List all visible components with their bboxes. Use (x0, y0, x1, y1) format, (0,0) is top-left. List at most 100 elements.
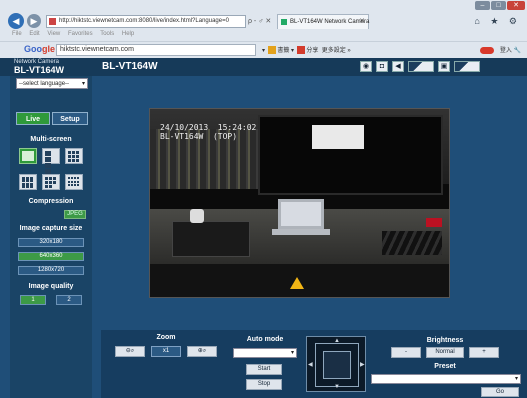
google-toolbar: Google hiktstc.viewnetcam.com ▾ 書籤 ▾ 分享 … (0, 41, 527, 57)
brand-model: BL-VT164W (14, 65, 65, 75)
navigation-bar: ◀ ▶ http://hiktstc.viewnetcam.com:8080/l… (0, 13, 527, 30)
control-panel: Zoom ⊖⌕ x1 ⊕⌕ Auto mode ▾ Start Stop ▲ ▼… (101, 330, 527, 398)
camera-device (190, 209, 204, 223)
page-title: BL-VT164W (102, 61, 158, 72)
chevron-down-icon: ▾ (514, 376, 518, 382)
address-text: http://hiktstc.viewnetcam.com:8080/live/… (59, 18, 229, 24)
live-video-view[interactable]: 24/10/2013 15:24:02 BL-VT164W (TOP) (149, 108, 450, 298)
brightness-label: Brightness (426, 337, 464, 344)
tab-title: BL-VT164W Network Camera (290, 19, 370, 25)
size-1280-button[interactable]: 1280x720 (18, 266, 84, 275)
brightness-normal-button[interactable]: Normal (426, 347, 464, 358)
preset-select[interactable]: ▾ (371, 374, 521, 384)
address-tools[interactable]: ρ - ♂ ✕ (248, 17, 271, 25)
pan-left-icon[interactable]: ◀ (308, 361, 313, 368)
size-320-button[interactable]: 320x180 (18, 238, 84, 247)
snapshot-icon[interactable]: ◉ (360, 61, 372, 72)
quad-screen-icon[interactable] (42, 148, 60, 174)
toggle-icon[interactable] (479, 46, 494, 54)
pan-tilt-pad[interactable]: ▲ ▼ ◀ ▶ (306, 336, 366, 392)
maximize-button[interactable]: □ (491, 1, 506, 10)
bookmarks-menu[interactable]: 書籤 ▾ (277, 48, 294, 54)
sign-in-link[interactable]: 登入 🔧 (500, 48, 521, 54)
back-arrow-icon[interactable]: ◀ (8, 13, 24, 29)
nine-screen-icon[interactable] (65, 148, 83, 164)
osd-camera-name: BL-VT164W (TOP) (160, 132, 238, 141)
menu-help[interactable]: Help (122, 31, 134, 37)
share-icon (297, 46, 306, 55)
paper-sign (312, 125, 364, 149)
zoom-out-icon[interactable]: ⊖⌕ (115, 346, 145, 357)
menu-edit[interactable]: Edit (29, 31, 39, 37)
preset-label: Preset (434, 363, 456, 370)
camera-icon[interactable]: ◘ (376, 61, 388, 72)
pan-down-icon[interactable]: ▼ (334, 384, 340, 390)
chevron-down-icon: ▾ (290, 350, 294, 356)
address-bar[interactable]: http://hiktstc.viewnetcam.com:8080/live/… (46, 15, 246, 28)
warning-triangle-icon (290, 277, 304, 289)
menu-bar: File Edit View Favorites Tools Help (12, 31, 134, 37)
tab-close-icon[interactable]: ✕ (359, 15, 365, 29)
forward-arrow-icon[interactable]: ▶ (27, 14, 41, 28)
volume-slider[interactable] (408, 61, 434, 72)
camera-app: Network Camera BL-VT164W BL-VT164W ◉ ◘ ◀… (0, 58, 527, 398)
six-screen-icon[interactable] (19, 174, 37, 190)
live-button[interactable]: Live (16, 112, 50, 125)
start-button[interactable]: Start (246, 364, 282, 375)
microphone-icon[interactable]: ▣ (438, 61, 450, 72)
automode-select[interactable]: ▾ (233, 348, 297, 358)
zoom-in-icon[interactable]: ⊕⌕ (187, 346, 217, 357)
minimize-button[interactable]: – (475, 1, 490, 10)
video-osd: 24/10/2013 15:24:02 BL-VT164W (TOP) (160, 123, 256, 141)
browser-chrome: – □ ✕ ◀ ▶ http://hiktstc.viewnetcam.com:… (0, 0, 527, 58)
go-button[interactable]: Go (481, 387, 519, 397)
capture-size-label: Image capture size (19, 225, 83, 232)
laptop (278, 199, 324, 229)
ptz-home-button[interactable] (323, 351, 351, 379)
menu-tools[interactable]: Tools (100, 31, 114, 37)
close-window-button[interactable]: ✕ (507, 1, 525, 10)
brightness-minus-button[interactable]: - (391, 347, 421, 358)
jpeg-button[interactable]: JPEG (64, 210, 86, 219)
menu-view[interactable]: View (47, 31, 60, 37)
share-button[interactable]: 分享 (306, 48, 318, 54)
toolbar-search-input[interactable]: hiktstc.viewnetcam.com (56, 44, 256, 56)
compression-label: Compression (28, 198, 74, 205)
toolbar-tools: ▾ 書籤 ▾ 分享 更多設定 » (262, 45, 351, 55)
toolbar-right: 登入 🔧 (479, 45, 521, 54)
toolbar-search-dropdown[interactable]: ▾ (262, 48, 265, 54)
app-header: Network Camera BL-VT164W BL-VT164W ◉ ◘ ◀… (0, 58, 527, 76)
osd-timestamp: 24/10/2013 15:24:02 (160, 123, 257, 132)
menu-file[interactable]: File (12, 31, 22, 37)
single-screen-icon[interactable] (19, 148, 37, 164)
multiscreen-label: Multi-screen (30, 136, 72, 143)
chevron-down-icon: ▾ (81, 81, 85, 87)
zoom-reset-button[interactable]: x1 (151, 346, 181, 357)
more-settings-button[interactable]: 更多設定 » (322, 48, 351, 54)
zoom-label: Zoom (156, 334, 176, 341)
window-controls: – □ ✕ (475, 1, 525, 10)
mic-volume-slider[interactable] (454, 61, 480, 72)
menu-favorites[interactable]: Favorites (68, 31, 93, 37)
red-device (426, 218, 442, 227)
tab-favicon-icon (281, 19, 287, 25)
tab-camera[interactable]: BL-VT164W Network Camera ✕ (277, 14, 369, 29)
browser-right-icons[interactable]: ⌂ ★ ⚙ (474, 16, 521, 27)
quality-2-button[interactable]: 2 (56, 295, 82, 305)
equipment-box (172, 221, 250, 257)
stop-button[interactable]: Stop (246, 379, 282, 390)
automode-label: Auto mode (246, 336, 284, 343)
brightness-plus-button[interactable]: + (469, 347, 499, 358)
quality-1-button[interactable]: 1 (20, 295, 46, 305)
google-logo: Google (24, 44, 56, 54)
setup-button[interactable]: Setup (52, 112, 88, 125)
size-640-button[interactable]: 640x360 (18, 252, 84, 261)
pan-right-icon[interactable]: ▶ (360, 361, 365, 368)
sixteen-screen-icon[interactable] (65, 174, 83, 190)
site-favicon-icon (49, 18, 56, 25)
eight-screen-icon[interactable] (42, 174, 60, 190)
image-quality-label: Image quality (28, 283, 74, 290)
pan-up-icon[interactable]: ▲ (334, 338, 340, 344)
speaker-icon[interactable]: ◀ (392, 61, 404, 72)
language-select[interactable]: --select language-- ▾ (16, 78, 88, 89)
